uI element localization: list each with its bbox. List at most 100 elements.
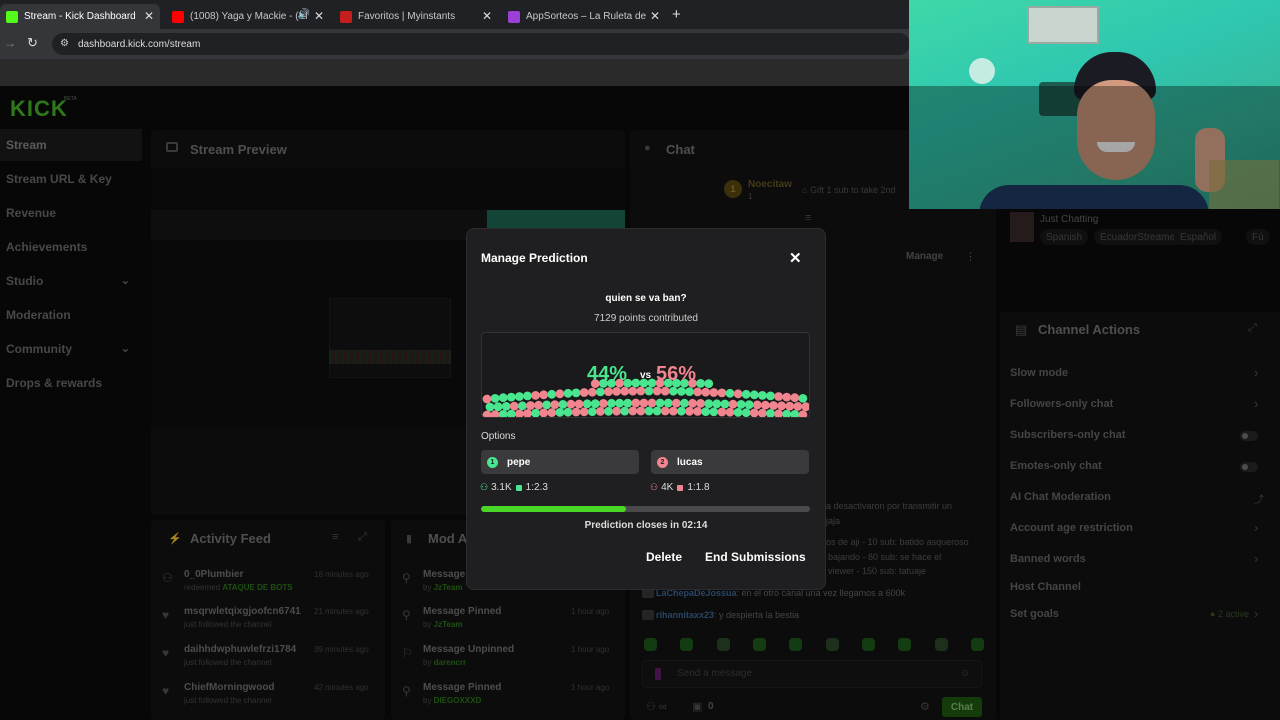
prediction-ball (596, 407, 605, 416)
delete-button[interactable]: Delete (646, 550, 682, 564)
tab-title: (1008) Yaga y Mackie - (El P (190, 11, 310, 22)
prediction-ball (798, 410, 808, 417)
tab-close-icon[interactable]: ✕ (314, 9, 324, 23)
prediction-ball (668, 406, 678, 416)
prediction-ball (555, 408, 565, 417)
tab-title: Stream - Kick Dashboard (24, 11, 136, 22)
prediction-ball (701, 387, 711, 397)
prediction-ball (550, 400, 560, 409)
prediction-ball (704, 399, 714, 408)
prediction-ball (733, 389, 743, 399)
option-a-percent: 44% (587, 363, 628, 385)
prediction-ball (571, 388, 581, 398)
browser-tab[interactable]: Favoritos | Myinstants ✕ (334, 4, 498, 29)
option-button-pepe[interactable]: 1 pepe (481, 450, 639, 474)
browser-tab[interactable]: (1008) Yaga y Mackie - (El P 🔊 ✕ (166, 4, 330, 29)
browser-tab[interactable]: AppSorteos – La Ruleta de la Su ✕ (502, 4, 666, 29)
prediction-ball (566, 399, 576, 409)
prediction-ball (636, 386, 646, 396)
prediction-ball (696, 399, 705, 408)
prediction-ball (636, 406, 646, 416)
prediction-ball (599, 399, 608, 408)
new-tab-button[interactable]: + (672, 6, 681, 23)
prediction-ball (596, 387, 605, 397)
points-contributed: 7129 points contributed (594, 313, 698, 324)
prediction-ball (663, 398, 673, 408)
options-label: Options (481, 431, 516, 442)
prediction-ball (693, 407, 702, 416)
prediction-ball (774, 409, 783, 417)
prediction-ball (693, 387, 702, 397)
prediction-ball (518, 401, 527, 411)
url-bar[interactable]: dashboard.kick.com/stream (52, 33, 910, 55)
users-icon: ⚇ (480, 482, 489, 492)
prediction-ball (523, 409, 532, 417)
prediction-ball (671, 398, 681, 408)
prediction-ball (801, 402, 809, 412)
prediction-ball (506, 409, 516, 417)
prediction-ball (615, 398, 624, 408)
option-button-lucas[interactable]: 2 lucas (651, 450, 809, 474)
prediction-ball (668, 386, 678, 396)
option-b-stats: ⚇ 4K 1:1.8 (650, 482, 710, 493)
prediction-ball (523, 391, 532, 401)
prediction-ball (741, 389, 751, 399)
prediction-ball (534, 400, 543, 410)
prediction-ball (712, 399, 722, 409)
tab-favicon-icon (172, 10, 184, 23)
prediction-ball (571, 407, 581, 417)
prediction-ball (785, 401, 795, 411)
site-settings-icon[interactable]: ⚙ (60, 38, 69, 49)
prediction-ball (644, 386, 654, 396)
prediction-ball (482, 410, 492, 417)
prediction-ball (725, 388, 735, 398)
prediction-ball (628, 406, 638, 416)
prediction-ball (531, 391, 540, 400)
option-number-badge: 2 (657, 456, 668, 468)
tab-favicon-icon (340, 10, 352, 23)
air-conditioner-image (1027, 6, 1099, 44)
modal-title: Manage Prediction (481, 251, 588, 265)
tab-close-icon[interactable]: ✕ (482, 9, 492, 23)
prediction-ball (539, 390, 549, 400)
prediction-ball (685, 387, 694, 396)
prediction-ball (547, 389, 557, 399)
browser-tab[interactable]: Stream - Kick Dashboard ✕ (0, 4, 160, 29)
prediction-ball (612, 387, 621, 396)
prediction-ball (777, 401, 786, 411)
prediction-ball (555, 389, 565, 399)
option-b-percent: 56% (656, 363, 697, 385)
prediction-ball (749, 390, 759, 400)
option-a-users: 3.1K (491, 482, 512, 493)
prediction-ball (574, 399, 584, 409)
audio-icon[interactable]: 🔊 (298, 9, 310, 20)
tab-title: Favoritos | Myinstants (358, 11, 456, 22)
tab-close-icon[interactable]: ✕ (144, 9, 154, 23)
tab-close-icon[interactable]: ✕ (650, 9, 660, 23)
option-number-badge: 1 (487, 456, 498, 468)
vs-label: vs (640, 370, 652, 381)
ratio-icon (515, 484, 522, 491)
prediction-ball (647, 398, 657, 408)
prediction-ball (620, 386, 630, 396)
prediction-ball (733, 408, 743, 417)
prediction-ball (558, 400, 568, 409)
tab-favicon-icon (508, 10, 520, 23)
prediction-ball (736, 400, 746, 409)
forward-icon[interactable]: → (4, 36, 16, 50)
end-submissions-button[interactable]: End Submissions (705, 550, 806, 564)
prediction-ball (531, 408, 540, 417)
prediction-ball (579, 388, 589, 397)
prediction-ball (717, 407, 727, 417)
prediction-ball (639, 398, 649, 408)
prediction-ball (677, 387, 686, 396)
prediction-ball (607, 398, 616, 408)
prediction-ball (766, 409, 775, 417)
close-icon[interactable]: ✕ (789, 249, 802, 267)
prediction-ball (696, 379, 705, 388)
prediction-ball (506, 392, 516, 402)
reload-icon[interactable]: ↻ (27, 35, 38, 51)
prediction-ball (631, 378, 641, 388)
prediction-ball (644, 406, 654, 416)
prediction-ball (563, 407, 573, 417)
